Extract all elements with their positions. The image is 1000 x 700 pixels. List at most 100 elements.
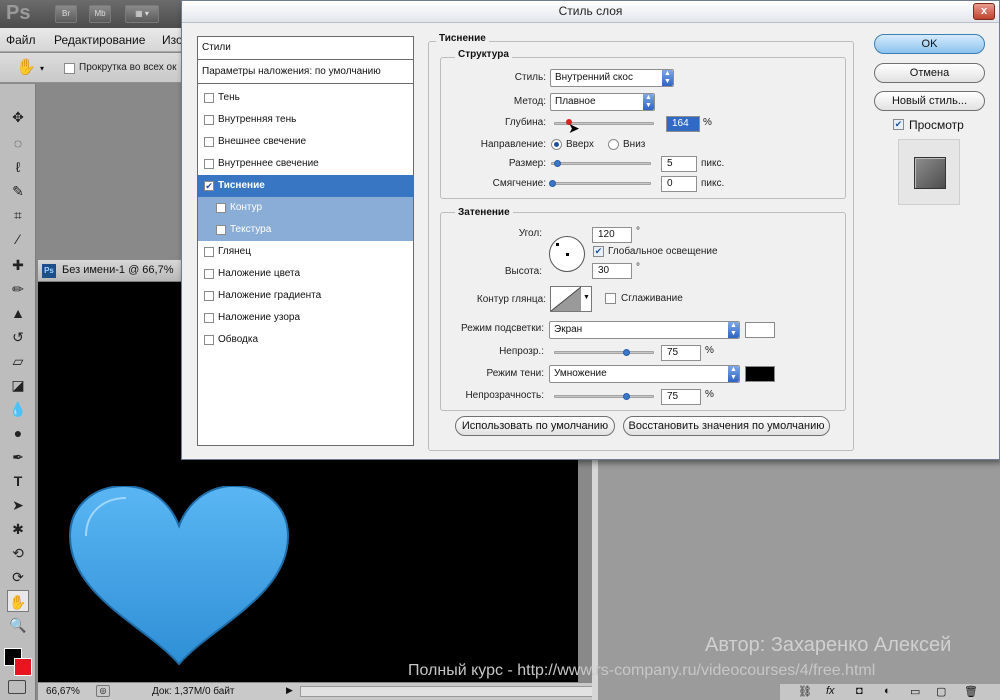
close-button[interactable]: x <box>973 3 995 20</box>
anti-aliased-checkbox[interactable] <box>605 293 616 304</box>
depth-input[interactable]: 164 <box>666 116 700 132</box>
make-default-button[interactable]: Использовать по умолчанию <box>455 416 615 436</box>
view-extras-button[interactable]: ▦ ▾ <box>125 5 159 23</box>
shape-tool-icon[interactable]: ✱ <box>7 518 29 540</box>
add-mask-icon[interactable]: ◘ <box>856 685 863 697</box>
style-checkbox[interactable] <box>216 203 226 213</box>
style-checkbox[interactable] <box>204 115 214 125</box>
angle-dial[interactable] <box>549 236 585 272</box>
style-checkbox[interactable] <box>204 313 214 323</box>
clone-stamp-tool-icon[interactable]: ▲ <box>7 302 29 324</box>
new-style-button[interactable]: Новый стиль... <box>874 91 985 111</box>
shadow-opacity-slider[interactable] <box>554 395 654 398</box>
soften-slider-thumb[interactable] <box>549 180 556 187</box>
style-item-bevel-emboss[interactable]: ✔ Тиснение <box>198 175 413 197</box>
bevel-style-select[interactable]: Внутренний скос ▲ ▼ <box>550 69 674 87</box>
style-checkbox[interactable] <box>204 137 214 147</box>
styles-header[interactable]: Стили <box>198 37 413 60</box>
crop-tool-icon[interactable]: ⌗ <box>7 204 29 226</box>
highlight-opacity-thumb[interactable] <box>623 349 630 356</box>
healing-brush-tool-icon[interactable]: ✚ <box>7 254 29 276</box>
scroll-all-windows-checkbox[interactable] <box>64 63 75 74</box>
3d-rotate-tool-icon[interactable]: ⟲ <box>7 542 29 564</box>
highlight-opacity-input[interactable]: 75 <box>661 345 701 361</box>
size-input[interactable]: 5 <box>661 156 697 172</box>
blur-tool-icon[interactable]: 💧 <box>7 398 29 420</box>
highlight-opacity-slider[interactable] <box>554 351 654 354</box>
zoom-tool-icon[interactable]: 🔍 <box>7 614 29 636</box>
style-checkbox[interactable] <box>204 335 214 345</box>
zoom-level[interactable]: 66,67% <box>46 686 80 697</box>
quick-selection-tool-icon[interactable]: ✎ <box>7 180 29 202</box>
fx-icon[interactable]: fx <box>826 685 835 697</box>
technique-select[interactable]: Плавное ▲ ▼ <box>550 93 655 111</box>
style-checkbox[interactable] <box>204 247 214 257</box>
style-item-inner-glow[interactable]: Внутреннее свечение <box>198 153 413 175</box>
style-checkbox[interactable] <box>204 291 214 301</box>
shadow-color-swatch[interactable] <box>745 366 775 382</box>
eraser-tool-icon[interactable]: ▱ <box>7 350 29 372</box>
3d-orbit-tool-icon[interactable]: ⟳ <box>7 566 29 588</box>
shadow-opacity-input[interactable]: 75 <box>661 389 701 405</box>
style-item-contour[interactable]: Контур <box>198 197 413 219</box>
adjustment-layer-icon[interactable]: ◐ <box>884 685 891 697</box>
style-item-pattern-overlay[interactable]: Наложение узора <box>198 307 413 329</box>
status-preview-icon[interactable]: ◎ <box>96 685 110 697</box>
brush-tool-icon[interactable]: ✏ <box>7 278 29 300</box>
style-checkbox[interactable] <box>204 269 214 279</box>
global-light-checkbox[interactable]: ✔ <box>593 246 604 257</box>
horizontal-scrollbar[interactable] <box>300 686 594 697</box>
history-brush-tool-icon[interactable]: ↺ <box>7 326 29 348</box>
background-color-swatch[interactable] <box>14 658 32 676</box>
style-item-drop-shadow[interactable]: Тень <box>198 87 413 109</box>
style-item-gradient-overlay[interactable]: Наложение градиента <box>198 285 413 307</box>
preset-dropdown-arrow-icon[interactable]: ▾ <box>40 64 44 73</box>
size-slider[interactable] <box>551 162 651 165</box>
style-item-outer-glow[interactable]: Внешнее свечение <box>198 131 413 153</box>
menu-edit[interactable]: Редактирование <box>54 33 145 47</box>
hand-tool-preset-icon[interactable]: ✋ <box>14 57 38 79</box>
highlight-mode-select[interactable]: Экран ▲ ▼ <box>549 321 740 339</box>
bridge-button[interactable]: Br <box>55 5 77 23</box>
highlight-color-swatch[interactable] <box>745 322 775 338</box>
lasso-tool-icon[interactable]: ℓ <box>7 156 29 178</box>
menu-image[interactable]: Изо <box>162 33 183 47</box>
path-selection-tool-icon[interactable]: ➤ <box>7 494 29 516</box>
gloss-contour-picker[interactable]: ▼ <box>550 286 592 312</box>
type-tool-icon[interactable]: T <box>7 470 29 492</box>
shadow-opacity-thumb[interactable] <box>623 393 630 400</box>
mini-bridge-button[interactable]: Mb <box>89 5 111 23</box>
style-item-color-overlay[interactable]: Наложение цвета <box>198 263 413 285</box>
marquee-tool-icon[interactable]: ◌ <box>7 132 29 154</box>
link-layers-icon[interactable]: ⛓ <box>798 685 812 698</box>
size-slider-thumb[interactable] <box>554 160 561 167</box>
new-layer-icon[interactable]: ▢ <box>936 685 946 698</box>
heart-shape[interactable] <box>66 486 292 666</box>
altitude-input[interactable]: 30 <box>592 263 632 279</box>
direction-up-radio[interactable] <box>551 139 562 150</box>
soften-slider[interactable] <box>551 182 651 185</box>
dodge-tool-icon[interactable]: ● <box>7 422 29 444</box>
soften-input[interactable]: 0 <box>661 176 697 192</box>
style-checkbox[interactable] <box>204 159 214 169</box>
style-checkbox[interactable] <box>204 93 214 103</box>
blending-options-item[interactable]: Параметры наложения: по умолчанию <box>198 61 413 84</box>
hand-tool-icon[interactable]: ✋ <box>7 590 29 612</box>
quick-mask-icon[interactable] <box>8 680 26 694</box>
menu-file[interactable]: Файл <box>6 33 36 47</box>
angle-input[interactable]: 120 <box>592 227 632 243</box>
cancel-button[interactable]: Отмена <box>874 63 985 83</box>
new-group-icon[interactable]: ▭ <box>910 685 920 698</box>
ok-button[interactable]: OK <box>874 34 985 54</box>
style-item-texture[interactable]: Текстура <box>198 219 413 241</box>
style-item-inner-shadow[interactable]: Внутренняя тень <box>198 109 413 131</box>
shadow-mode-select[interactable]: Умножение ▲ ▼ <box>549 365 740 383</box>
style-item-stroke[interactable]: Обводка <box>198 329 413 351</box>
pen-tool-icon[interactable]: ✒ <box>7 446 29 468</box>
trash-icon[interactable]: 🗑 <box>964 685 978 698</box>
paint-bucket-tool-icon[interactable]: ◪ <box>7 374 29 396</box>
direction-down-radio[interactable] <box>608 139 619 150</box>
reset-default-button[interactable]: Восстановить значения по умолчанию <box>623 416 830 436</box>
angle-dial-handle[interactable] <box>556 243 559 246</box>
style-item-satin[interactable]: Глянец <box>198 241 413 263</box>
